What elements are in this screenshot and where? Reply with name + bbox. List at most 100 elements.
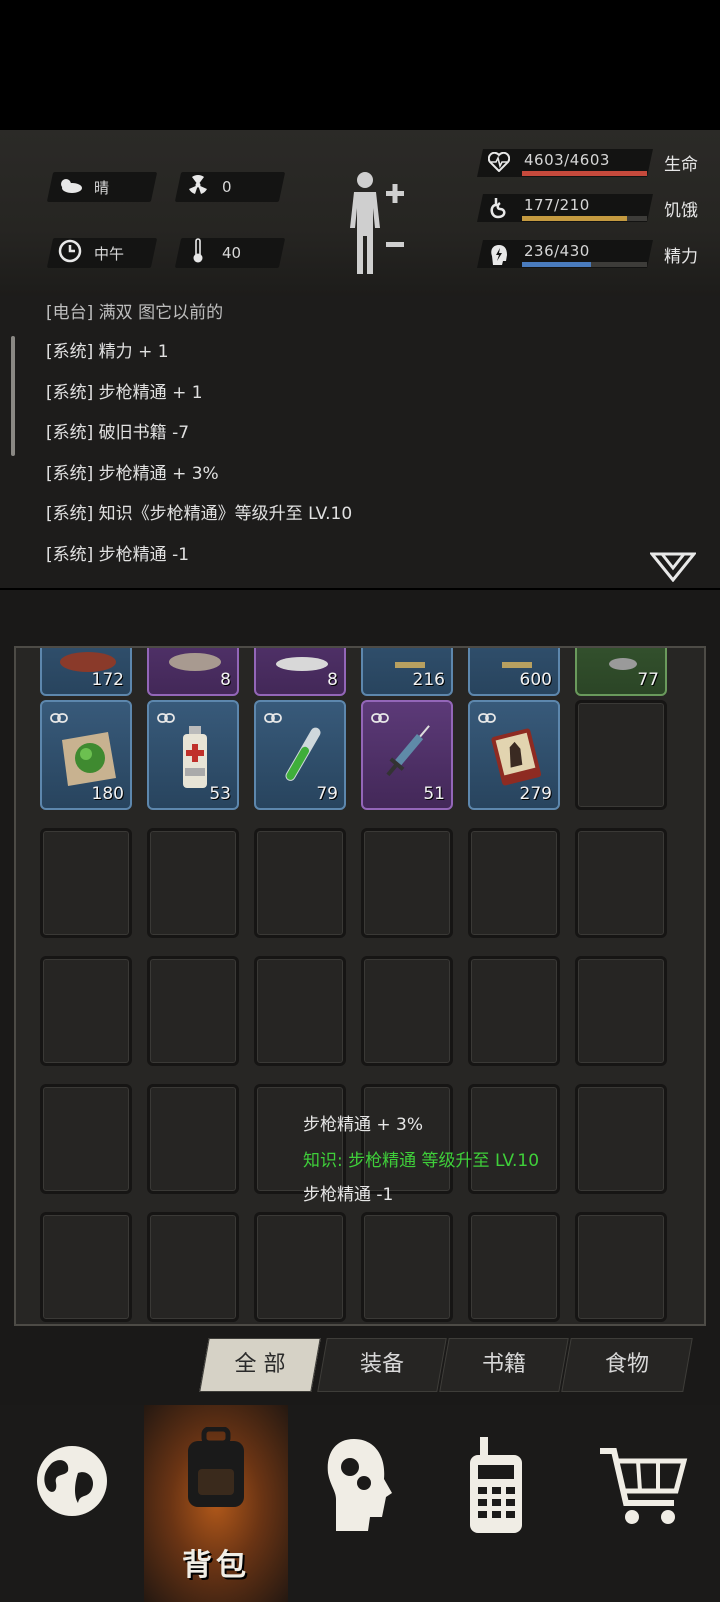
empty-slot[interactable] (40, 956, 132, 1066)
health-label: 生命 (664, 155, 698, 175)
energy-bar (522, 262, 647, 267)
empty-slot[interactable] (468, 956, 560, 1066)
inventory-slot[interactable]: 51 (361, 700, 453, 810)
tab-label: 食物 (604, 1352, 649, 1377)
empty-slot[interactable] (254, 956, 346, 1066)
item-count: 51 (423, 784, 445, 804)
log-line: [系统] 步枪精通 + 1 (46, 383, 203, 403)
log-line: [系统] 精力 + 1 (46, 342, 169, 362)
empty-slot[interactable] (468, 1084, 560, 1194)
inventory-grid[interactable]: 172 8 8 216 600 77 180 53 79 51 279 (14, 646, 706, 1326)
hunger-bar (522, 216, 647, 221)
inventory-slot[interactable]: 216 (361, 648, 453, 696)
brain-skills-icon (324, 1437, 394, 1537)
log-line: [系统] 破旧书籍 -7 (46, 423, 190, 443)
empty-slot[interactable] (147, 956, 239, 1066)
first-aid-spray-icon (163, 720, 227, 792)
test-tube-icon (270, 720, 334, 792)
nav-backpack[interactable]: 背包 (144, 1405, 288, 1602)
energy-stat: 236/430 (477, 240, 653, 268)
item-count: 77 (637, 670, 659, 690)
nav-map[interactable] (0, 1405, 144, 1602)
item-count: 600 (519, 670, 552, 690)
time-tag: 中午 (46, 238, 158, 268)
empty-slot[interactable] (468, 828, 560, 938)
empty-slot[interactable] (147, 1212, 239, 1322)
empty-slot[interactable] (361, 1212, 453, 1322)
item-count: 79 (316, 784, 338, 804)
item-count: 8 (220, 670, 231, 690)
empty-slot[interactable] (575, 828, 667, 938)
syringe-icon (377, 720, 441, 792)
hunger-stat: 177/210 (477, 194, 653, 222)
inventory-slot[interactable]: 172 (40, 648, 132, 696)
body-status-figure[interactable] (348, 170, 428, 280)
nav-radio[interactable] (432, 1405, 576, 1602)
temperature-tag: 40 (174, 238, 286, 268)
nav-backpack-label: 背包 (182, 1548, 250, 1583)
tab-books[interactable]: 书籍 (439, 1338, 569, 1392)
item-count: 8 (327, 670, 338, 690)
nav-skills[interactable] (288, 1405, 432, 1602)
plate-icon (270, 648, 334, 678)
inventory-slot[interactable]: 180 (40, 700, 132, 810)
radiation-tag: 0 (174, 172, 286, 202)
backpack-icon (178, 1426, 254, 1517)
temperature-value: 40 (222, 244, 242, 262)
tab-label: 书籍 (481, 1352, 526, 1377)
nav-shop[interactable] (576, 1405, 720, 1602)
scroll-to-bottom-icon[interactable] (648, 552, 698, 586)
tab-all[interactable]: 全 部 (199, 1338, 321, 1392)
empty-slot[interactable] (361, 828, 453, 938)
empty-slot[interactable] (254, 1084, 346, 1194)
empty-slot[interactable] (361, 956, 453, 1066)
log-line: [系统] 知识《步枪精通》等级升至 LV.10 (46, 504, 353, 524)
inventory-slot[interactable]: 279 (468, 700, 560, 810)
empty-slot[interactable] (361, 1084, 453, 1194)
energy-label: 精力 (664, 247, 698, 267)
food-bowl-icon (163, 648, 227, 678)
float-message: 知识: 步枪精通 等级升至 LV.10 (303, 1151, 540, 1171)
empty-slot[interactable] (575, 956, 667, 1066)
inventory-slot[interactable]: 8 (147, 648, 239, 696)
clock-icon (50, 239, 90, 267)
inventory-slot[interactable]: 79 (254, 700, 346, 810)
empty-slot[interactable] (575, 1084, 667, 1194)
empty-slot[interactable] (575, 700, 667, 810)
inventory-slot[interactable]: 77 (575, 648, 667, 696)
empty-slot[interactable] (40, 1212, 132, 1322)
item-count: 216 (412, 670, 445, 690)
empty-slot[interactable] (147, 828, 239, 938)
float-message: 步枪精通 + 3% (303, 1115, 424, 1135)
energy-value: 236/430 (524, 242, 590, 260)
globe-icon (34, 1443, 110, 1523)
inventory-slot[interactable]: 53 (147, 700, 239, 810)
log-line: [电台] 满双 图它以前的 (46, 303, 224, 323)
log-line: [系统] 步枪精通 + 3% (46, 464, 219, 484)
thermometer-icon (178, 238, 218, 268)
head-lightning-icon (488, 243, 510, 265)
tab-food[interactable]: 食物 (561, 1338, 693, 1392)
empty-slot[interactable] (147, 1084, 239, 1194)
empty-slot[interactable] (40, 1084, 132, 1194)
cloud-sun-icon (50, 176, 90, 198)
empty-slot[interactable] (40, 828, 132, 938)
shopping-cart-icon (598, 1447, 688, 1531)
empty-slot[interactable] (254, 828, 346, 938)
inventory-slot[interactable]: 600 (468, 648, 560, 696)
empty-slot[interactable] (468, 1212, 560, 1322)
weather-tag: 晴 (46, 172, 158, 202)
hunger-label: 饥饿 (664, 201, 698, 221)
inventory-slot[interactable]: 8 (254, 648, 346, 696)
health-bar (522, 171, 647, 176)
weather-value: 晴 (94, 178, 110, 197)
empty-slot[interactable] (575, 1212, 667, 1322)
tab-label: 装备 (359, 1352, 404, 1377)
radiation-value: 0 (222, 178, 232, 196)
red-book-icon (484, 720, 548, 792)
tab-equipment[interactable]: 装备 (317, 1338, 447, 1392)
log-scrollbar[interactable] (11, 336, 15, 456)
item-count: 53 (209, 784, 231, 804)
empty-slot[interactable] (254, 1212, 346, 1322)
health-value: 4603/4603 (524, 151, 610, 169)
